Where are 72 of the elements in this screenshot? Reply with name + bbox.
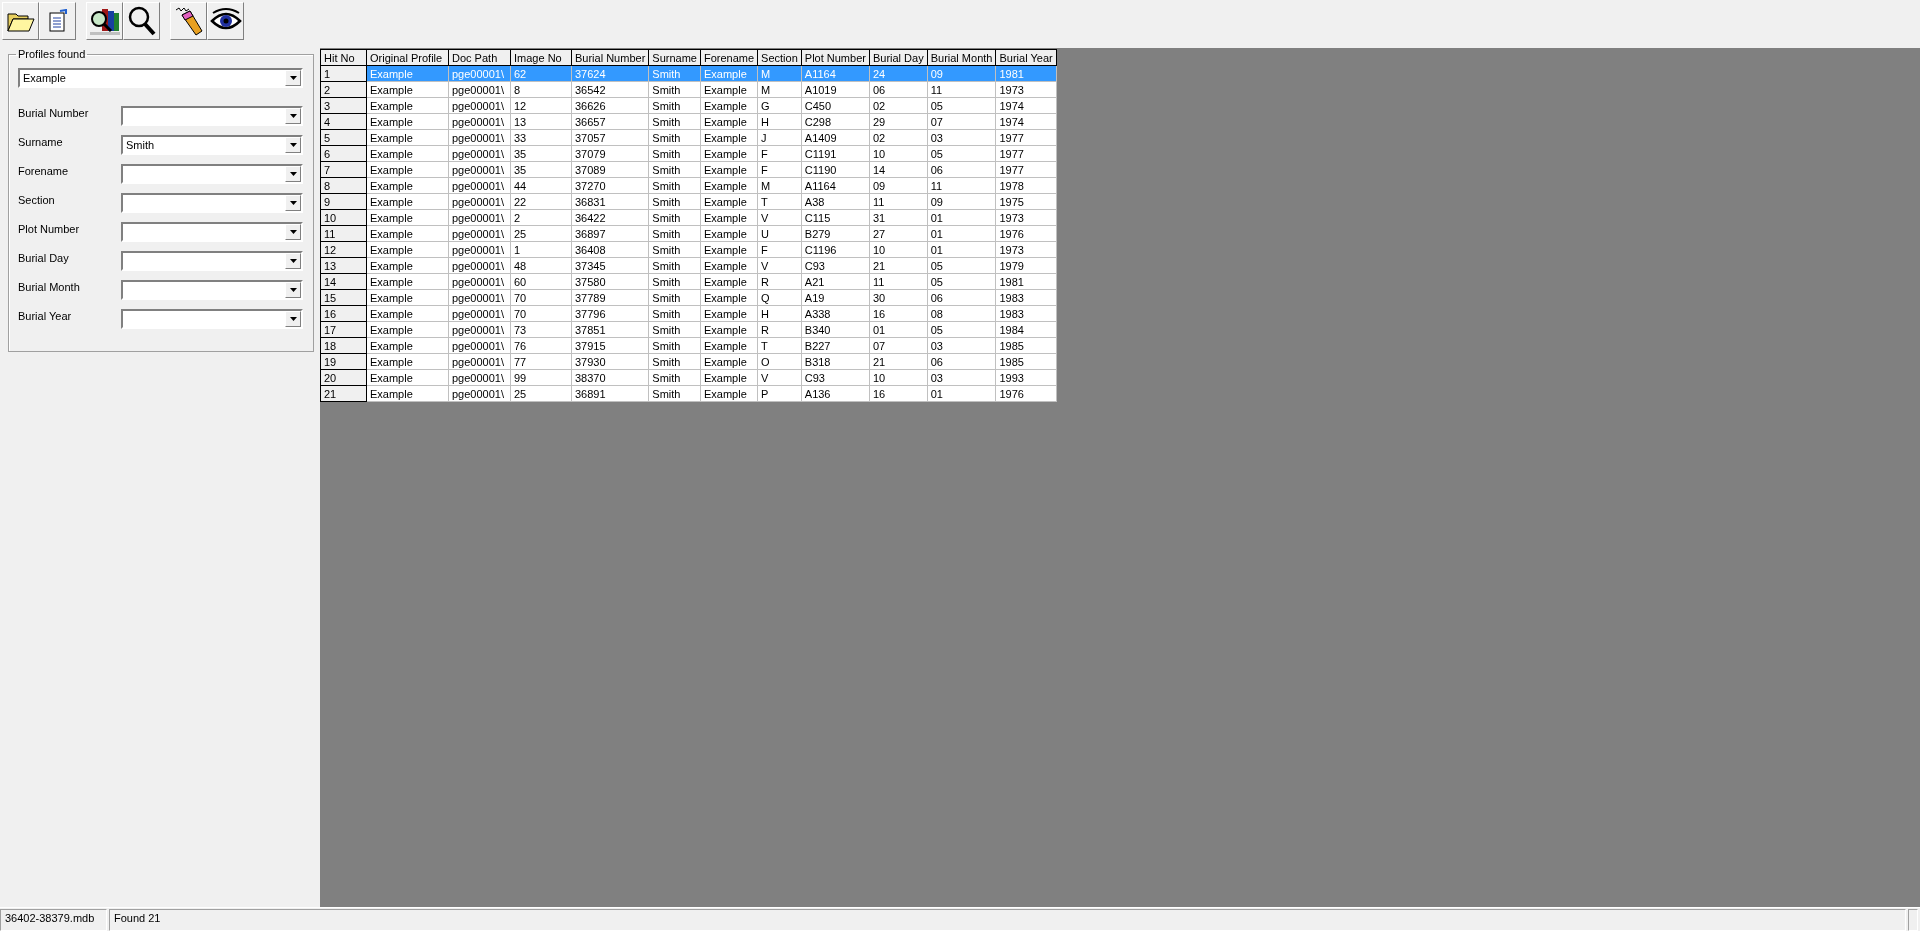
table-row[interactable]: 6 Example pge00001\ 35 37079 Smith Example F C1191 10 05 1977 <box>320 145 1057 162</box>
dropdown-arrow-icon <box>289 259 297 263</box>
toolbar-button[interactable] <box>86 2 123 40</box>
table-row[interactable]: 1 Example pge00001\ 62 37624 Smith Example M A1164 24 09 1981 <box>320 65 1057 82</box>
column-header[interactable]: Forename <box>700 49 758 66</box>
column-header[interactable]: Burial Month <box>927 49 996 66</box>
status-pane: 36402-38379.mdb <box>0 909 107 931</box>
dropdown-arrow-icon <box>289 201 297 205</box>
field-label: Burial Day <box>18 251 69 264</box>
dropdown-arrow-icon <box>289 143 297 147</box>
table-row[interactable]: 11 Example pge00001\ 25 36897 Smith Example U B279 27 01 1976 <box>320 225 1057 242</box>
column-header[interactable]: Doc Path <box>448 49 511 66</box>
column-header[interactable]: Burial Day <box>869 49 928 66</box>
field-label: Forename <box>18 164 69 177</box>
table-row[interactable]: 20 Example pge00001\ 99 38370 Smith Example V C93 10 03 1993 <box>320 369 1057 386</box>
document-icon <box>46 9 69 33</box>
field-label: Burial Year <box>18 309 72 322</box>
table-row[interactable]: 2 Example pge00001\ 8 36542 Smith Example M A1019 06 11 1973 <box>320 81 1057 98</box>
table-row[interactable]: 12 Example pge00001\ 1 36408 Smith Example F C1196 10 01 1973 <box>320 241 1057 258</box>
field-label: Plot Number <box>18 222 80 235</box>
table-row[interactable]: 21 Example pge00001\ 25 36891 Smith Example P A136 16 01 1976 <box>320 385 1057 402</box>
search-icon <box>126 5 157 37</box>
table-row[interactable]: 13 Example pge00001\ 48 37345 Smith Example V C93 21 05 1979 <box>320 257 1057 274</box>
table-row[interactable]: 5 Example pge00001\ 33 37057 Smith Example J A1409 02 03 1977 <box>320 129 1057 146</box>
dropdown-arrow-icon <box>289 76 297 80</box>
filter-dropdown[interactable] <box>121 106 303 126</box>
field-label: Section <box>18 193 55 206</box>
dropdown-value: Smith <box>125 139 155 151</box>
table-row[interactable]: 3 Example pge00001\ 12 36626 Smith Example G C450 02 05 1974 <box>320 97 1057 114</box>
table-row[interactable]: 17 Example pge00001\ 73 37851 Smith Example R B340 01 05 1984 <box>320 321 1057 338</box>
filter-dropdown[interactable]: Smith <box>121 135 303 155</box>
dropdown-arrow-icon <box>289 288 297 292</box>
table-row[interactable]: 7 Example pge00001\ 35 37089 Smith Example F C1190 14 06 1977 <box>320 161 1057 178</box>
toolbar-button[interactable] <box>170 2 207 40</box>
table-row[interactable]: 8 Example pge00001\ 44 37270 Smith Example M A1164 09 11 1978 <box>320 177 1057 194</box>
column-header[interactable]: Plot Number <box>801 49 870 66</box>
table-row[interactable]: 15 Example pge00001\ 70 37789 Smith Example Q A19 30 06 1983 <box>320 289 1057 306</box>
toolbar-button[interactable] <box>2 2 39 40</box>
table-row[interactable]: 19 Example pge00001\ 77 37930 Smith Example O B318 21 06 1985 <box>320 353 1057 370</box>
table-row[interactable]: 14 Example pge00001\ 60 37580 Smith Example R A21 11 05 1981 <box>320 273 1057 290</box>
column-header[interactable]: Section <box>757 49 802 66</box>
table-row[interactable]: 10 Example pge00001\ 2 36422 Smith Example V C115 31 01 1973 <box>320 209 1057 226</box>
dropdown-arrow-icon <box>289 317 297 321</box>
filter-dropdown[interactable] <box>121 309 303 329</box>
profile-dropdown[interactable]: Example <box>18 68 303 88</box>
toolbar-button[interactable] <box>207 2 244 40</box>
table-row[interactable]: 18 Example pge00001\ 76 37915 Smith Example T B227 07 03 1985 <box>320 337 1057 354</box>
column-header[interactable]: Surname <box>648 49 701 66</box>
table-row[interactable]: 4 Example pge00001\ 13 36657 Smith Example H C298 29 07 1974 <box>320 113 1057 130</box>
filter-dropdown[interactable] <box>121 280 303 300</box>
table-row[interactable]: 9 Example pge00001\ 22 36831 Smith Example T A38 11 09 1975 <box>320 193 1057 210</box>
filter-dropdown[interactable] <box>121 164 303 184</box>
toolbar-button[interactable] <box>123 2 160 40</box>
status-pane <box>1908 909 1918 931</box>
group-title: Profiles found <box>17 48 87 60</box>
field-label: Burial Number <box>18 106 89 119</box>
table-row[interactable]: 16 Example pge00001\ 70 37796 Smith Example H A338 16 08 1983 <box>320 305 1057 322</box>
filter-dropdown[interactable] <box>121 193 303 213</box>
field-label: Burial Month <box>18 280 80 293</box>
column-header[interactable]: Original Profile <box>366 49 449 66</box>
pencil-eraser-icon <box>173 5 204 37</box>
column-header[interactable]: Burial Year <box>995 49 1057 66</box>
column-header[interactable]: Burial Number <box>571 49 649 66</box>
filter-dropdown[interactable] <box>121 251 303 271</box>
filter-dropdown[interactable] <box>121 222 303 242</box>
field-label: Surname <box>18 135 63 148</box>
column-header[interactable]: Image No <box>510 49 572 66</box>
dropdown-arrow-icon <box>289 172 297 176</box>
column-header[interactable]: Hit No <box>320 49 367 66</box>
status-pane: Found 21 <box>109 909 1906 931</box>
dropdown-arrow-icon <box>289 230 297 234</box>
dropdown-arrow-icon <box>289 114 297 118</box>
